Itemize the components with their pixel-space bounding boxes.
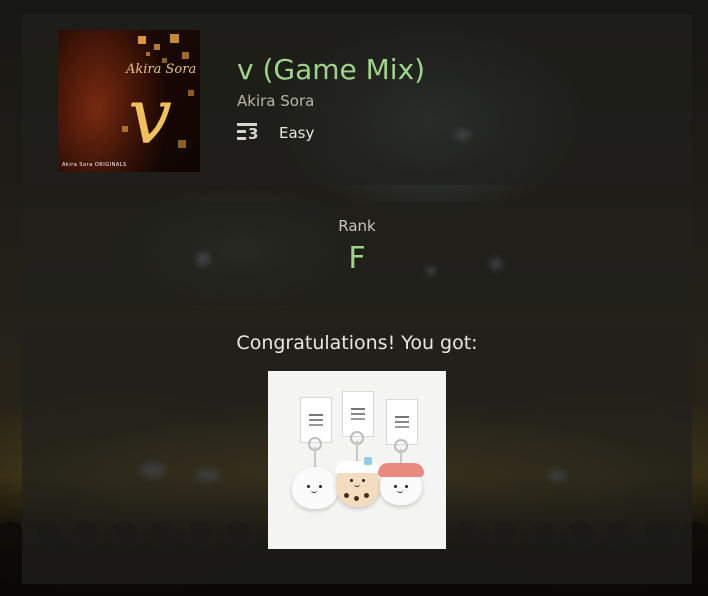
sushi-plush	[378, 463, 424, 505]
rank-panel: Rank F	[22, 201, 692, 306]
album-art-footer: Akira Sora ORIGINALS	[62, 162, 127, 168]
difficulty-icon: 3	[237, 122, 261, 144]
difficulty-level: 3	[248, 125, 259, 143]
dumpling-plush	[292, 467, 338, 509]
difficulty-label: Easy	[279, 124, 315, 142]
album-art-letter: v	[128, 72, 173, 162]
song-artist: Akira Sora	[237, 92, 315, 110]
difficulty-row: 3 Easy	[237, 122, 314, 144]
song-info-panel: Akira Sora v Akira Sora ORIGINALS v (Gam…	[22, 15, 692, 185]
reward-heading: Congratulations! You got:	[236, 332, 478, 354]
song-title: v (Game Mix)	[237, 53, 426, 86]
boba-plush	[336, 457, 380, 507]
reward-panel: Congratulations! You got:	[22, 322, 692, 584]
reward-image	[268, 371, 446, 549]
album-art: Akira Sora v Akira Sora ORIGINALS	[58, 30, 200, 172]
rank-value: F	[348, 241, 366, 276]
rank-label: Rank	[338, 217, 376, 235]
